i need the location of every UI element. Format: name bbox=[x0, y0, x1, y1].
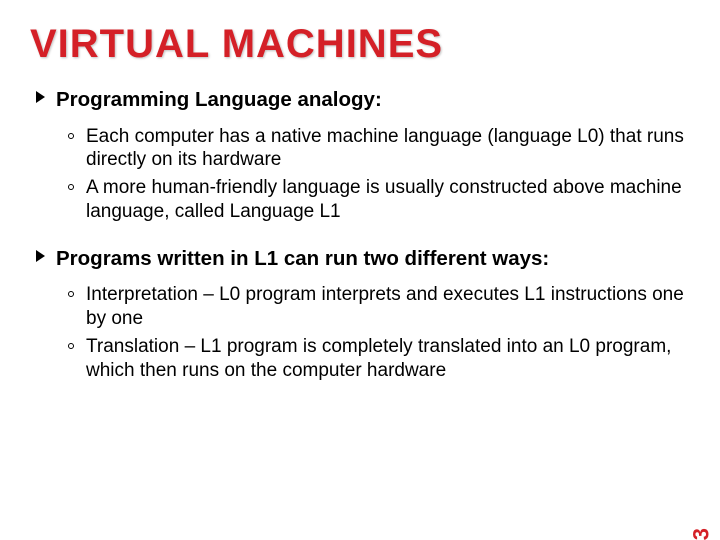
page-number: 33 bbox=[688, 528, 714, 540]
bullet-level1: Programs written in L1 can run two diffe… bbox=[30, 246, 690, 272]
bullet-level2: Interpretation – L0 program interprets a… bbox=[30, 283, 690, 331]
circle-bullet-icon bbox=[68, 133, 74, 139]
bullet-level2: Translation – L1 program is completely t… bbox=[30, 335, 690, 383]
circle-bullet-icon bbox=[68, 291, 74, 297]
bullet-heading: Programming Language analogy: bbox=[56, 88, 382, 111]
bullet-level2: Each computer has a native machine langu… bbox=[30, 125, 690, 173]
bullet-level2: A more human-friendly language is usuall… bbox=[30, 176, 690, 224]
bullet-heading: Programs written in L1 can run two diffe… bbox=[56, 247, 549, 270]
spacer bbox=[30, 228, 690, 246]
slide: VIRTUAL MACHINES Programming Language an… bbox=[0, 0, 720, 540]
bullet-text: Each computer has a native machine langu… bbox=[86, 126, 684, 171]
bullet-text: Interpretation – L0 program interprets a… bbox=[86, 284, 684, 329]
circle-bullet-icon bbox=[68, 343, 74, 349]
bullet-text: A more human-friendly language is usuall… bbox=[86, 177, 682, 222]
bullet-text: Translation – L1 program is completely t… bbox=[86, 336, 671, 381]
triangle-right-icon bbox=[36, 91, 45, 103]
circle-bullet-icon bbox=[68, 184, 74, 190]
triangle-right-icon bbox=[36, 250, 45, 262]
bullet-level1: Programming Language analogy: bbox=[30, 87, 690, 113]
slide-title: VIRTUAL MACHINES bbox=[30, 22, 690, 67]
